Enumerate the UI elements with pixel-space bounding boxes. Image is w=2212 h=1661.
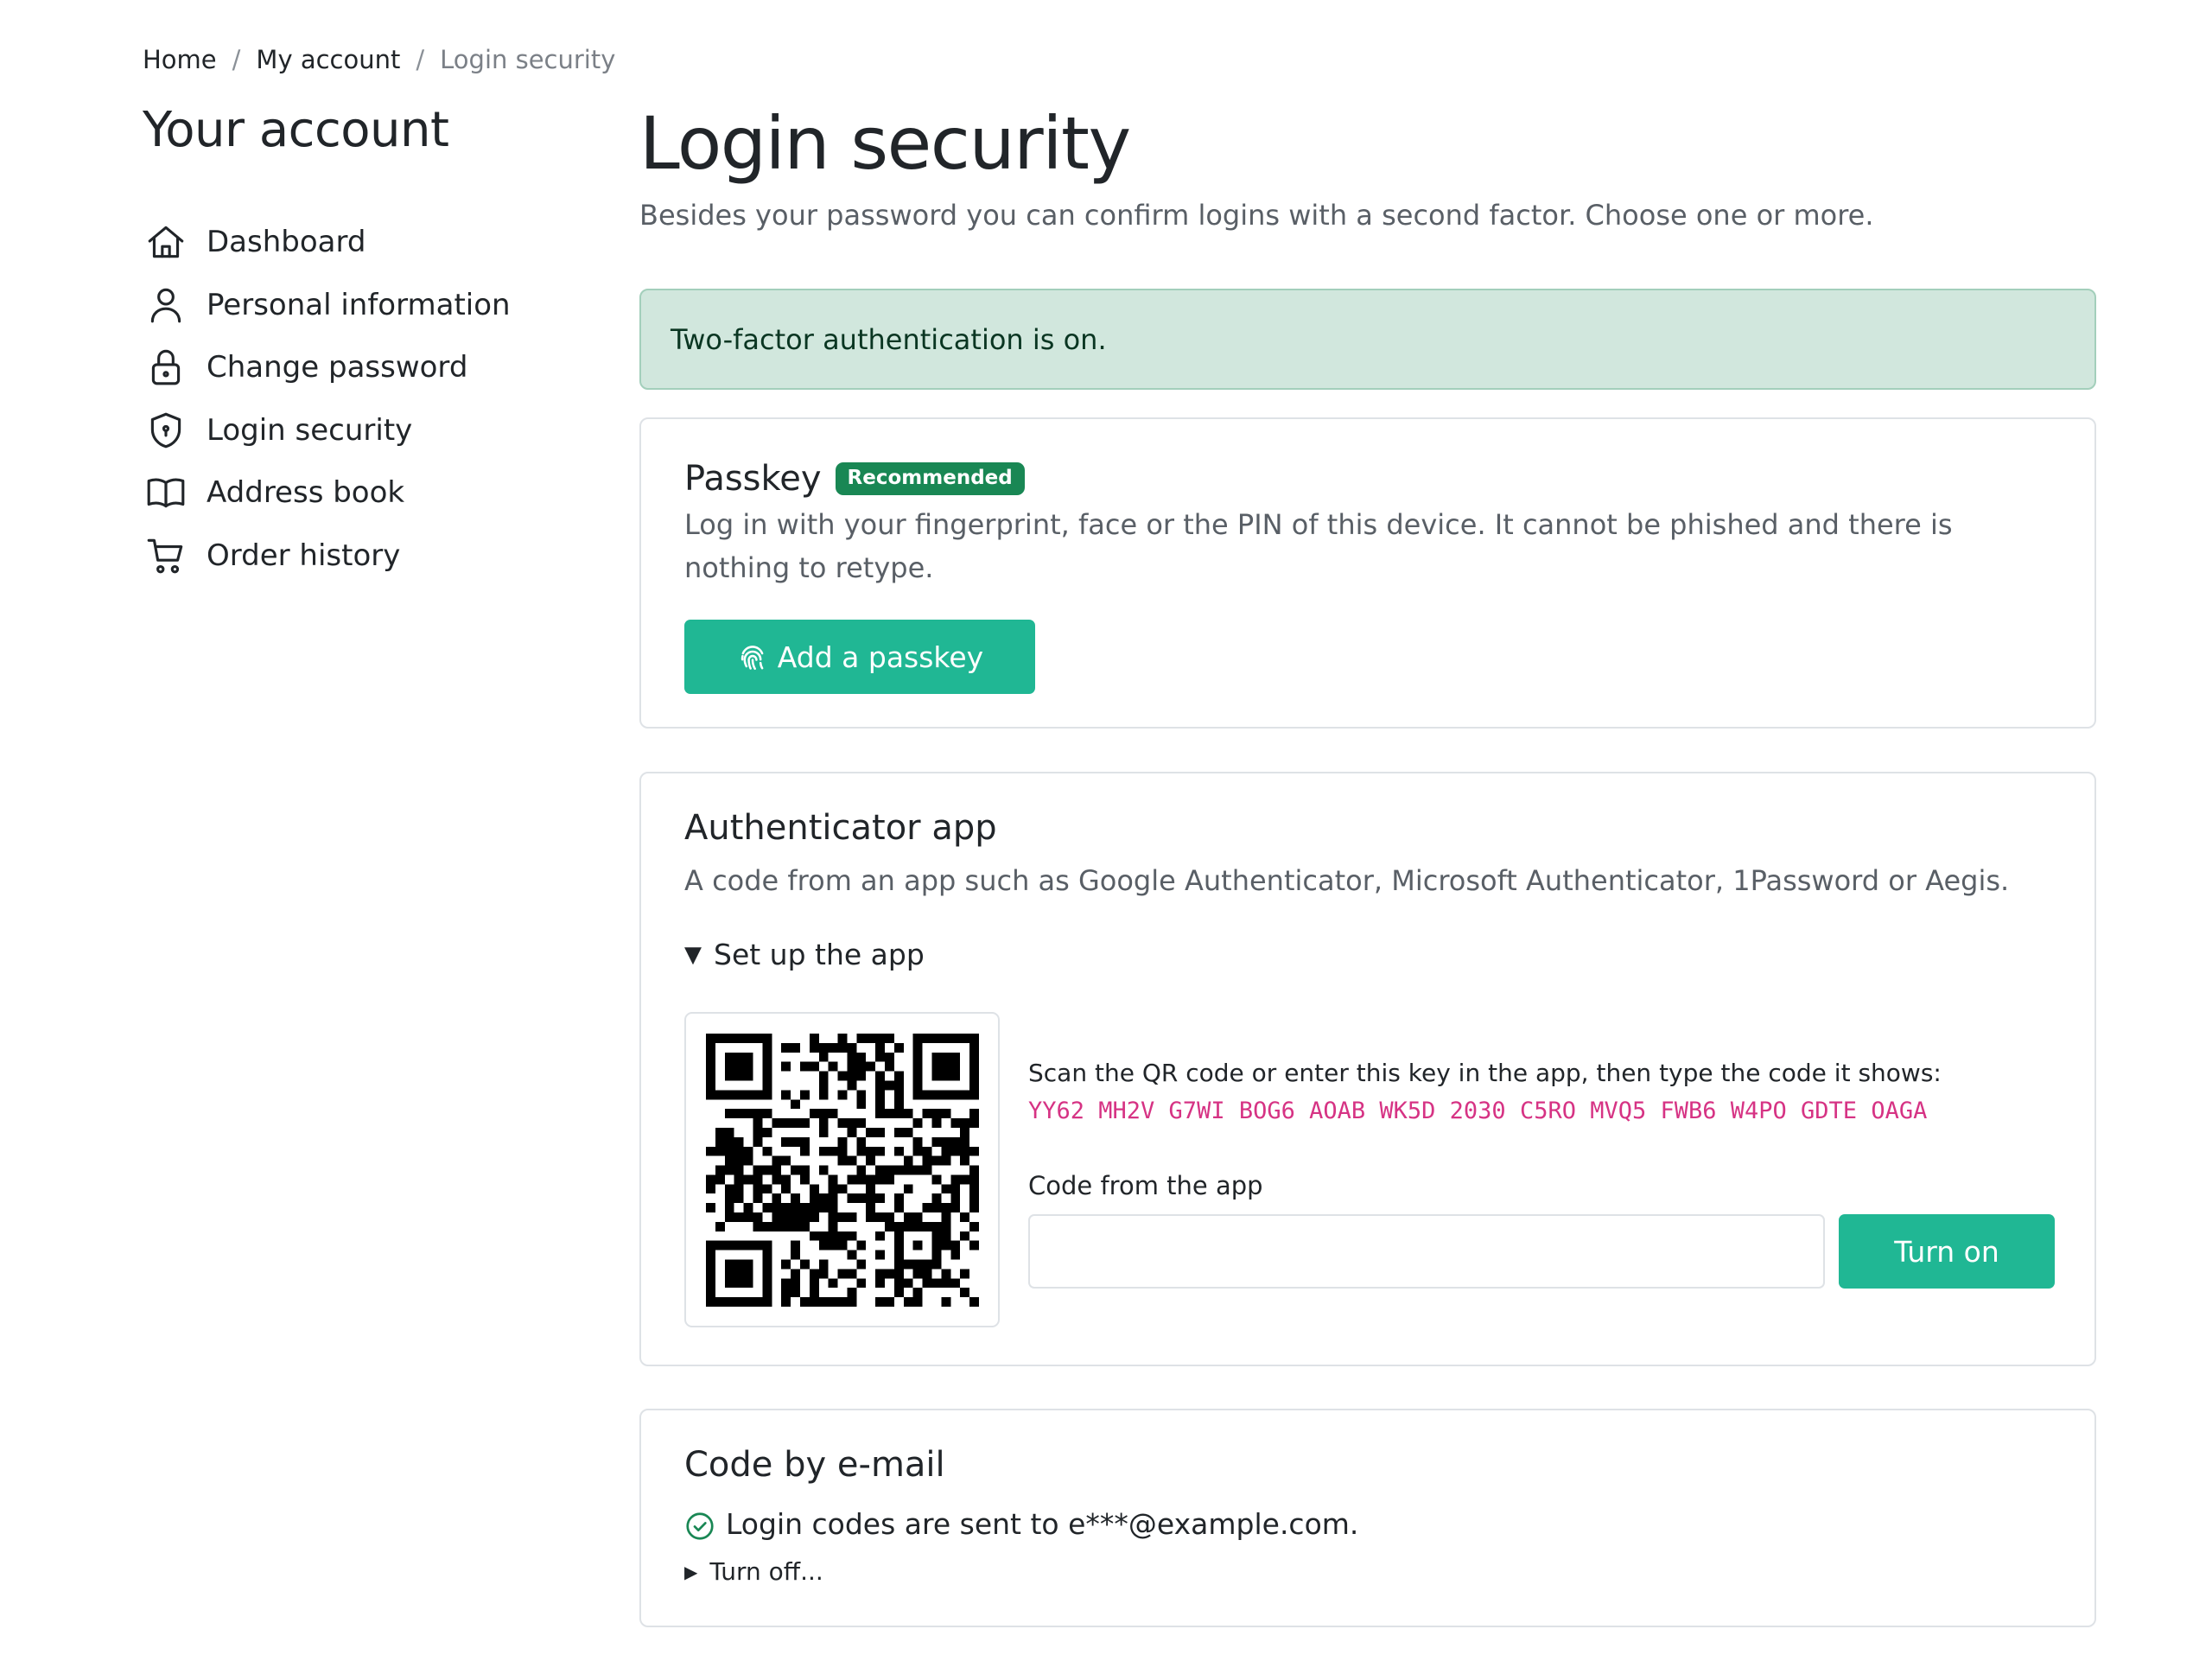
home-icon bbox=[143, 219, 189, 265]
email-code-card: Code by e-mail Login codes are sent to e… bbox=[639, 1409, 2096, 1627]
page-title: Login security bbox=[639, 101, 1131, 186]
check-circle-icon bbox=[686, 1512, 714, 1540]
breadcrumb: Home / My account / Login security bbox=[143, 45, 615, 74]
email-status-text: Login codes are sent to e***@example.com… bbox=[726, 1506, 1359, 1541]
breadcrumb-separator: / bbox=[232, 45, 241, 74]
setup-app-toggle[interactable]: ▼ Set up the app bbox=[684, 938, 925, 971]
sidebar-item-order-history[interactable]: Order history bbox=[143, 525, 511, 588]
sidebar-item-change-password[interactable]: Change password bbox=[143, 336, 511, 399]
email-status: Login codes are sent to e***@example.com… bbox=[684, 1505, 1358, 1542]
setup-app-label: Set up the app bbox=[714, 938, 925, 971]
turn-off-toggle[interactable]: ▶ Turn off... bbox=[684, 1557, 823, 1586]
authenticator-description: A code from an app such as Google Authen… bbox=[684, 864, 2010, 897]
app-code-input[interactable] bbox=[1028, 1214, 1825, 1289]
breadcrumb-home[interactable]: Home bbox=[143, 45, 217, 74]
main-content: Login security Besides your password you… bbox=[639, 101, 2096, 1627]
sidebar-item-dashboard[interactable]: Dashboard bbox=[143, 211, 511, 274]
recommended-badge: Recommended bbox=[835, 462, 1025, 495]
authenticator-setup: Scan the QR code or enter this key in th… bbox=[1028, 1059, 2056, 1289]
qr-code bbox=[684, 1012, 1000, 1327]
qr-code-image bbox=[705, 1033, 979, 1307]
add-passkey-label: Add a passkey bbox=[777, 640, 984, 674]
authenticator-title: Authenticator app bbox=[684, 808, 997, 848]
breadcrumb-my-account[interactable]: My account bbox=[256, 45, 400, 74]
sidebar-nav: Dashboard Personal information Change pa… bbox=[143, 211, 511, 587]
email-code-title: Code by e-mail bbox=[684, 1445, 945, 1485]
fingerprint-icon bbox=[741, 646, 764, 671]
passkey-description: Log in with your fingerprint, face or th… bbox=[684, 508, 1953, 584]
code-label: Code from the app bbox=[1028, 1171, 1263, 1200]
caret-right-icon: ▶ bbox=[684, 1561, 698, 1582]
passkey-header: Passkey Recommended bbox=[684, 459, 1025, 499]
sidebar-item-personal-information[interactable]: Personal information bbox=[143, 274, 511, 337]
cart-icon bbox=[143, 532, 189, 579]
sidebar-item-label: Dashboard bbox=[207, 225, 366, 260]
sidebar-item-address-book[interactable]: Address book bbox=[143, 461, 511, 525]
lock-icon bbox=[143, 344, 189, 391]
breadcrumb-separator: / bbox=[416, 45, 425, 74]
passkey-title: Passkey bbox=[684, 459, 822, 499]
caret-down-icon: ▼ bbox=[684, 941, 702, 968]
sidebar-item-label: Personal information bbox=[207, 287, 511, 322]
book-icon bbox=[143, 469, 189, 516]
person-icon bbox=[143, 282, 189, 328]
setup-instructions: Scan the QR code or enter this key in th… bbox=[1028, 1059, 1942, 1087]
secret-key: YY62 MH2V G7WI BOG6 AOAB WK5D 2030 C5RO … bbox=[1028, 1098, 1928, 1124]
add-passkey-button[interactable]: Add a passkey bbox=[684, 620, 1035, 694]
sidebar-title: Your account bbox=[143, 102, 449, 158]
sidebar-item-label: Order history bbox=[207, 538, 401, 573]
breadcrumb-current: Login security bbox=[440, 45, 616, 74]
shield-icon bbox=[143, 407, 189, 454]
page-lead: Besides your password you can confirm lo… bbox=[639, 199, 1874, 232]
passkey-card: Passkey Recommended Log in with your fin… bbox=[639, 417, 2096, 729]
sidebar-item-label: Change password bbox=[207, 350, 468, 385]
turn-off-label: Turn off... bbox=[709, 1557, 823, 1586]
two-factor-status-alert: Two-factor authentication is on. bbox=[639, 289, 2096, 390]
sidebar-item-label: Login security bbox=[207, 412, 413, 448]
turn-on-button[interactable]: Turn on bbox=[1839, 1214, 2055, 1289]
sidebar-item-label: Address book bbox=[207, 475, 405, 511]
authenticator-card: Authenticator app A code from an app suc… bbox=[639, 772, 2096, 1366]
sidebar-item-login-security[interactable]: Login security bbox=[143, 399, 511, 462]
